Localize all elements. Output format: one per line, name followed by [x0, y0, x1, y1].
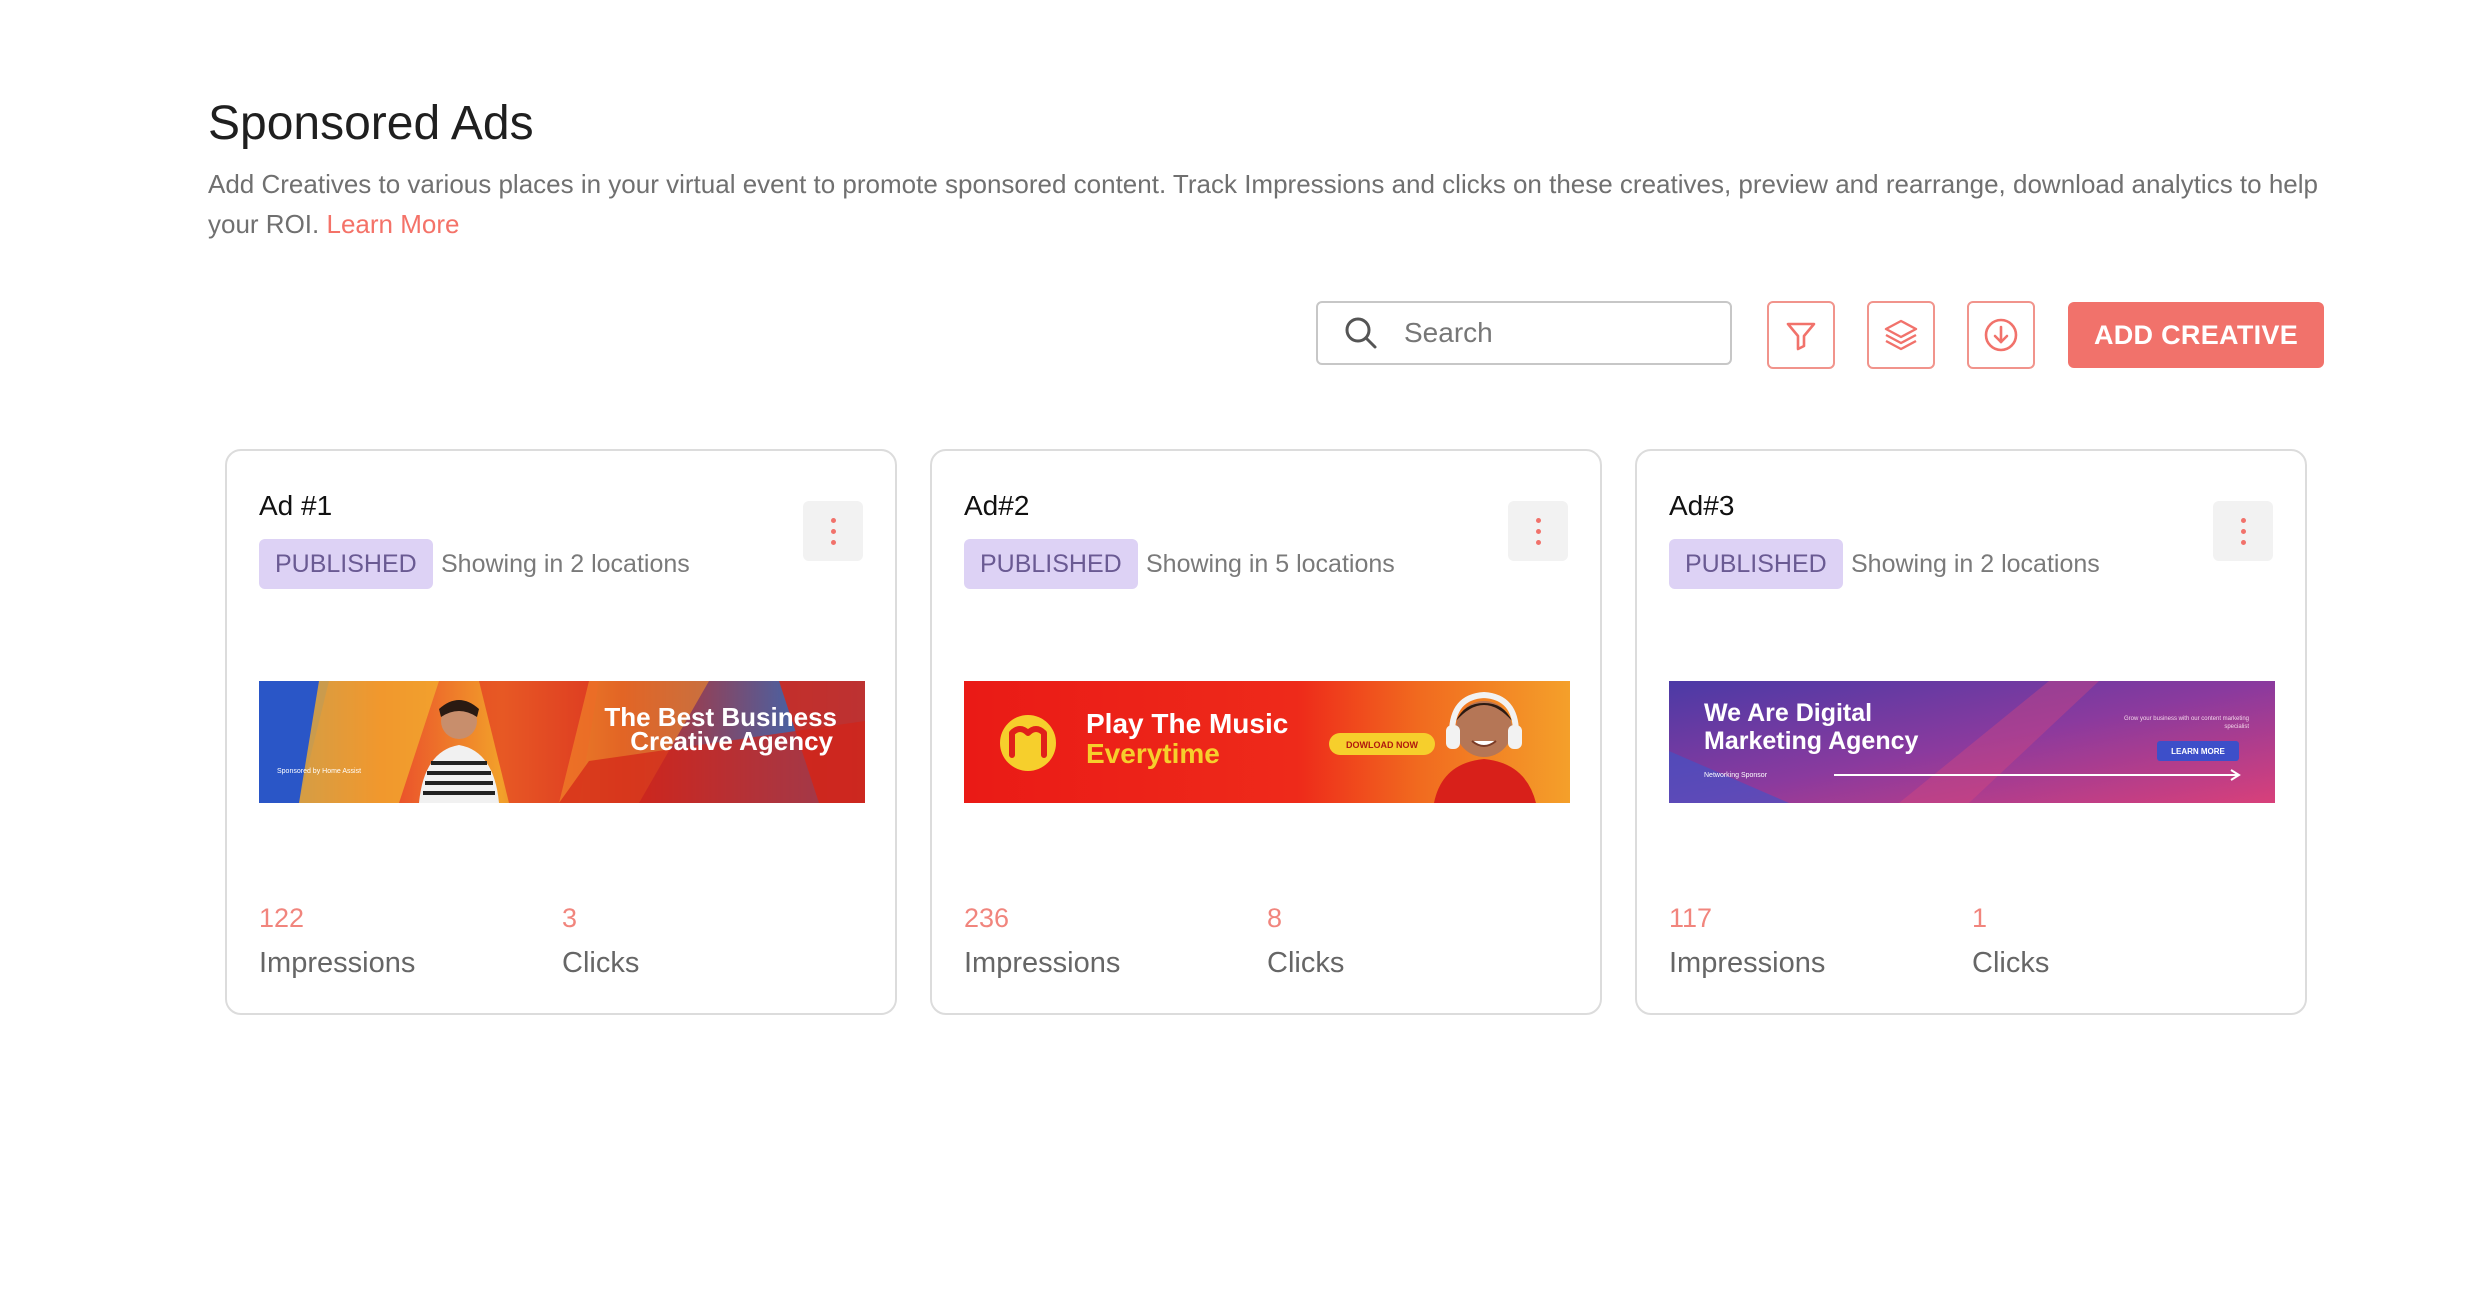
ad-card[interactable]: Ad #1 PUBLISHED Showing in 2 locations S… [225, 449, 897, 1015]
ad-banner-image: We Are Digital Marketing Agency Networki… [1669, 681, 2275, 803]
more-options-button[interactable] [803, 501, 863, 561]
download-icon [1983, 317, 2019, 353]
more-options-button[interactable] [1508, 501, 1568, 561]
search-box[interactable] [1316, 301, 1732, 365]
ad-banner-image: Play The Music Everytime DOWLOAD NOW [964, 681, 1570, 803]
search-icon [1344, 316, 1378, 350]
ad-card[interactable]: Ad#3 PUBLISHED Showing in 2 locations We… [1635, 449, 2307, 1015]
banner-headline: Play The Music [1086, 708, 1288, 739]
clicks-label: Clicks [1972, 947, 2050, 979]
impressions-label: Impressions [1669, 947, 1826, 979]
impressions-count: 117 [1669, 903, 1713, 933]
ad-title: Ad#3 [1669, 490, 1735, 521]
banner-headline: We Are Digital [1704, 699, 1872, 727]
more-vertical-icon [2240, 517, 2246, 545]
more-vertical-icon [830, 517, 836, 545]
add-creative-button[interactable]: ADD CREATIVE [2068, 302, 2324, 368]
layers-button[interactable] [1867, 301, 1935, 369]
layers-icon [1883, 317, 1919, 353]
status-badge: PUBLISHED [259, 539, 433, 589]
clicks-label: Clicks [562, 947, 640, 979]
banner-sponsor-line: Sponsored by Home Assist [277, 768, 361, 775]
locations-text: Showing in 2 locations [441, 550, 690, 578]
banner-headline: Marketing Agency [1704, 727, 1919, 755]
sponsored-ads-page: Sponsored Ads Add Creatives to various p… [0, 0, 2482, 1304]
impressions-label: Impressions [259, 947, 416, 979]
banner-headline: Everytime [1086, 738, 1220, 769]
filter-icon [1784, 318, 1818, 352]
locations-text: Showing in 2 locations [1851, 550, 2100, 578]
ad-banner-image: Sponsored by Home Assist The Best Busine… [259, 681, 865, 803]
download-button[interactable] [1967, 301, 2035, 369]
impressions-count: 236 [964, 903, 1010, 933]
learn-more-link[interactable]: Learn More [326, 209, 459, 239]
locations-text: Showing in 5 locations [1146, 550, 1395, 578]
page-description: Add Creatives to various places in your … [208, 164, 2318, 244]
impressions-count: 122 [259, 903, 305, 933]
ad-title: Ad #1 [259, 490, 333, 521]
banner-cta: LEARN MORE [2171, 747, 2225, 756]
ad-title: Ad#2 [964, 490, 1030, 521]
status-badge: PUBLISHED [964, 539, 1138, 589]
filter-button[interactable] [1767, 301, 1835, 369]
description-text: Add Creatives to various places in your … [208, 169, 2318, 239]
clicks-label: Clicks [1267, 947, 1345, 979]
banner-side-text: Grow your business with our content mark… [2123, 716, 2249, 730]
status-badge: PUBLISHED [1669, 539, 1843, 589]
clicks-count: 8 [1267, 903, 1283, 933]
search-input[interactable] [1402, 316, 1706, 350]
banner-sponsor-line: Networking Sponsor [1704, 772, 1768, 779]
clicks-count: 3 [562, 903, 578, 933]
banner-cta: DOWLOAD NOW [1346, 740, 1418, 750]
more-options-button[interactable] [2213, 501, 2273, 561]
page-title: Sponsored Ads [208, 97, 534, 150]
banner-headline: Creative Agency [630, 726, 833, 756]
impressions-label: Impressions [964, 947, 1121, 979]
clicks-count: 1 [1972, 903, 1988, 933]
ad-card[interactable]: Ad#2 PUBLISHED Showing in 5 locations Pl… [930, 449, 1602, 1015]
more-vertical-icon [1535, 517, 1541, 545]
